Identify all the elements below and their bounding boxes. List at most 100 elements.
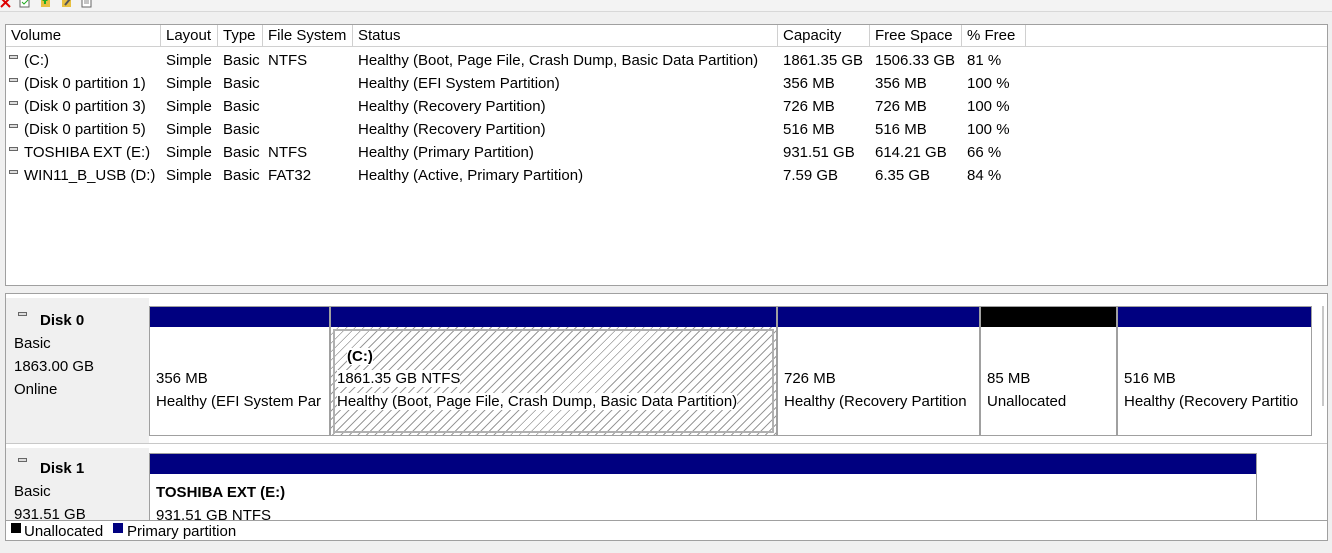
column-header-file-system[interactable]: File System xyxy=(263,25,353,47)
cell-free: 614.21 GB xyxy=(875,144,947,161)
cell-layout: Simple xyxy=(166,52,212,69)
cell-pct: 84 % xyxy=(967,167,1002,184)
table-row[interactable]: (Disk 0 partition 3) Simple Basic Healthy (… xyxy=(6,95,1327,118)
delete-icon[interactable] xyxy=(0,0,11,8)
legend-swatch-primary xyxy=(113,523,123,533)
volume-icon xyxy=(9,101,18,105)
properties-icon[interactable] xyxy=(19,0,30,8)
cell-type: Basic xyxy=(223,121,260,138)
edit-icon[interactable] xyxy=(61,0,72,8)
volume-icon xyxy=(9,170,18,174)
disk-0-partition-recovery-2[interactable]: 516 MB Healthy (Recovery Partitio xyxy=(1117,306,1312,436)
table-row[interactable]: TOSHIBA EXT (E:) Simple Basic NTFS Healthy (… xyxy=(6,141,1327,164)
disk-0-partition-c[interactable]: (C:) 1861.35 GB NTFS Healthy (Boot, Page… xyxy=(330,306,777,436)
legend-label-unallocated: Unallocated xyxy=(24,523,104,540)
column-header-status[interactable]: Status xyxy=(353,25,778,47)
cell-fs xyxy=(263,118,268,141)
toolbar xyxy=(0,0,1332,12)
partition-size: 726 MB xyxy=(784,370,836,387)
disk-0-name: Disk 0 xyxy=(40,312,85,329)
cell-type: Basic xyxy=(223,167,260,184)
column-header-type[interactable]: Type xyxy=(218,25,263,47)
partition-label: TOSHIBA EXT (E:) xyxy=(156,484,286,501)
column-header-free-space[interactable]: Free Space xyxy=(870,25,962,47)
cell-volume: TOSHIBA EXT (E:) xyxy=(24,144,151,161)
legend-swatch-unallocated xyxy=(11,523,21,533)
partition-bar xyxy=(150,307,329,327)
header-filler xyxy=(1026,25,1327,47)
cell-layout: Simple xyxy=(166,98,212,115)
partition-size: 1861.35 GB NTFS xyxy=(337,370,461,387)
disk-1-partition-e[interactable]: TOSHIBA EXT (E:) 931.51 GB NTFS xyxy=(149,453,1257,521)
table-row[interactable]: (Disk 0 partition 1) Simple Basic Healthy (… xyxy=(6,72,1327,95)
disk-0-partition-efi[interactable]: 356 MB Healthy (EFI System Par xyxy=(149,306,330,436)
cell-fs: NTFS xyxy=(268,144,308,161)
partition-size: 516 MB xyxy=(1124,370,1176,387)
cell-volume: WIN11_B_USB (D:) xyxy=(24,167,156,184)
partition-bar xyxy=(778,307,979,327)
cell-pct: 100 % xyxy=(967,98,1010,115)
cell-fs xyxy=(263,72,268,95)
disk-icon xyxy=(18,312,27,316)
table-row[interactable]: (Disk 0 partition 5) Simple Basic Healthy (… xyxy=(6,118,1327,141)
table-row[interactable]: WIN11_B_USB (D:) Simple Basic FAT32 Healthy … xyxy=(6,164,1327,187)
disk-divider xyxy=(6,443,1327,444)
cell-status: Healthy (EFI System Partition) xyxy=(358,75,560,92)
cell-capacity: 1861.35 GB xyxy=(783,52,864,69)
cell-status: Healthy (Recovery Partition) xyxy=(358,98,546,115)
cell-volume: (Disk 0 partition 3) xyxy=(24,98,146,115)
partition-status: Healthy (EFI System Par xyxy=(156,393,322,410)
cell-free: 516 MB xyxy=(875,121,927,138)
table-row[interactable]: (C:) Simple Basic NTFS Healthy (Boot, Page F… xyxy=(6,49,1327,72)
partition-size: 85 MB xyxy=(987,370,1031,387)
help-icon[interactable] xyxy=(81,0,92,8)
legend-label-primary: Primary partition xyxy=(127,523,237,540)
disk-map: Disk 0 Basic 1863.00 GB Online 356 MB He… xyxy=(5,293,1328,521)
column-header-layout[interactable]: Layout xyxy=(161,25,218,47)
disk-0-size: 1863.00 GB xyxy=(14,358,95,375)
cell-layout: Simple xyxy=(166,121,212,138)
disk-0-info[interactable]: Disk 0 Basic 1863.00 GB Online xyxy=(6,298,149,443)
cell-layout: Simple xyxy=(166,75,212,92)
disk-1-info[interactable]: Disk 1 Basic 931.51 GB xyxy=(6,448,149,521)
cell-capacity: 356 MB xyxy=(783,75,835,92)
cell-pct: 81 % xyxy=(967,52,1002,69)
column-header-volume[interactable]: Volume xyxy=(6,25,161,47)
cell-status: Healthy (Recovery Partition) xyxy=(358,121,546,138)
disk-1-name: Disk 1 xyxy=(40,460,85,477)
partition-bar xyxy=(331,307,776,327)
partition-size: 356 MB xyxy=(156,370,208,387)
cell-fs: NTFS xyxy=(268,52,308,69)
cell-free: 356 MB xyxy=(875,75,927,92)
cell-volume: (Disk 0 partition 1) xyxy=(24,75,146,92)
scrollbar[interactable] xyxy=(1322,306,1324,406)
cell-pct: 66 % xyxy=(967,144,1002,161)
partition-status: Healthy (Recovery Partitio xyxy=(1124,393,1299,410)
cell-type: Basic xyxy=(223,52,260,69)
partition-bar xyxy=(150,454,1256,474)
folder-up-icon[interactable] xyxy=(40,0,51,8)
cell-layout: Simple xyxy=(166,167,212,184)
cell-free: 6.35 GB xyxy=(875,167,931,184)
cell-type: Basic xyxy=(223,75,260,92)
cell-capacity: 7.59 GB xyxy=(783,167,839,184)
disk-1-kind: Basic xyxy=(14,483,51,500)
cell-status: Healthy (Primary Partition) xyxy=(358,144,534,161)
cell-volume: (C:) xyxy=(24,52,49,69)
partition-bar xyxy=(1118,307,1311,327)
volume-icon xyxy=(9,55,18,59)
cell-type: Basic xyxy=(223,98,260,115)
volume-icon xyxy=(9,78,18,82)
column-header-percent-free[interactable]: % Free xyxy=(962,25,1026,47)
cell-capacity: 931.51 GB xyxy=(783,144,855,161)
cell-type: Basic xyxy=(223,144,260,161)
cell-capacity: 726 MB xyxy=(783,98,835,115)
disk-1-size: 931.51 GB xyxy=(14,506,86,521)
disk-0-partition-recovery-1[interactable]: 726 MB Healthy (Recovery Partition xyxy=(777,306,980,436)
partition-status: Unallocated xyxy=(987,393,1067,410)
volume-list: Volume Layout Type File System Status Ca… xyxy=(5,24,1328,286)
disk-0-state: Online xyxy=(14,381,58,398)
column-header-capacity[interactable]: Capacity xyxy=(778,25,870,47)
partition-size: 931.51 GB NTFS xyxy=(156,507,272,521)
disk-0-unallocated[interactable]: 85 MB Unallocated xyxy=(980,306,1117,436)
